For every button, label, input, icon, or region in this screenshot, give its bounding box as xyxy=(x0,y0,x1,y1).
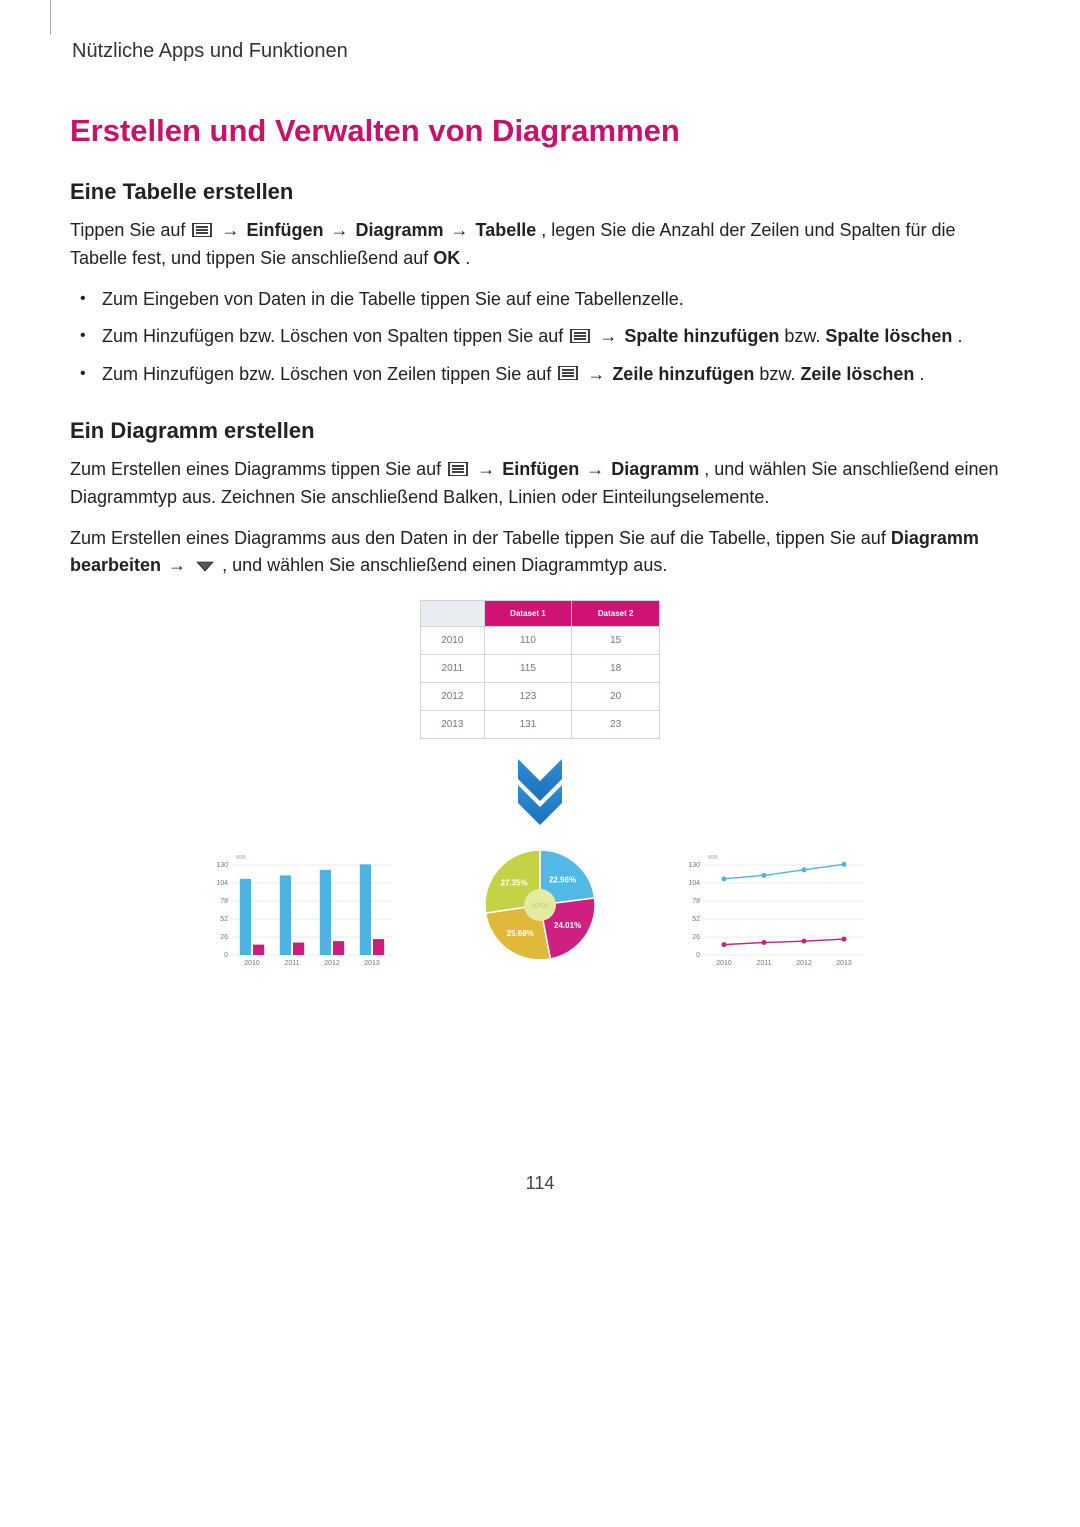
bold-einfuegen: Einfügen xyxy=(246,220,323,240)
bold-diagramm: Diagramm xyxy=(611,459,699,479)
arrow: → xyxy=(477,459,500,479)
menu-icon xyxy=(570,324,590,351)
svg-text:22.96%: 22.96% xyxy=(549,875,576,884)
data-table: Dataset 1 Dataset 2 2010 110 15 2011 115… xyxy=(420,600,660,739)
col-dataset1: Dataset 1 xyxy=(484,600,572,626)
arrow: → xyxy=(586,459,609,479)
text: , und wählen Sie anschließend einen Diag… xyxy=(222,555,667,575)
cell-d2: 20 xyxy=(572,682,660,710)
svg-text:25.68%: 25.68% xyxy=(507,929,534,938)
cell-year: 2012 xyxy=(421,682,485,710)
subheading-diagram: Ein Diagramm erstellen xyxy=(70,418,1010,444)
charts-row: 0 26 52 78 104 130 2010 2011 2012 2013 22.96% 24.0… xyxy=(70,833,1010,973)
bold-einfuegen: Einfügen xyxy=(502,459,579,479)
table-row: 2011 115 18 xyxy=(421,654,660,682)
flow-arrow-icon xyxy=(512,755,568,825)
svg-text:24.01%: 24.01% xyxy=(554,921,581,930)
text: Zum Hinzufügen bzw. Löschen von Zeilen t… xyxy=(102,364,556,384)
col-dataset2: Dataset 2 xyxy=(572,600,660,626)
svg-text:00/00: 00/00 xyxy=(531,903,549,910)
bold-tabelle: Tabelle xyxy=(476,220,537,240)
text: Zum Erstellen eines Diagramms aus den Da… xyxy=(70,528,891,548)
cell-year: 2011 xyxy=(421,654,485,682)
svg-text:130: 130 xyxy=(216,862,228,869)
svg-text:2011: 2011 xyxy=(756,960,771,967)
svg-text:104: 104 xyxy=(688,880,700,887)
svg-text:2012: 2012 xyxy=(324,960,340,967)
svg-text:2013: 2013 xyxy=(364,960,380,967)
bullet-1: Zum Eingeben von Daten in die Tabelle ti… xyxy=(94,286,1010,313)
paragraph-diagram-create: Zum Erstellen eines Diagramms tippen Sie… xyxy=(70,456,1010,511)
menu-icon xyxy=(192,218,212,245)
col-empty xyxy=(421,600,485,626)
text: Zum Hinzufügen bzw. Löschen von Spalten … xyxy=(102,326,568,346)
text: Zum Erstellen eines Diagramms tippen Sie… xyxy=(70,459,446,479)
bold-diagramm: Diagramm xyxy=(355,220,443,240)
cell-d1: 110 xyxy=(484,626,572,654)
arrow: → xyxy=(599,326,622,346)
paragraph-table-create: Tippen Sie auf → Einfügen → Diagramm → T… xyxy=(70,217,1010,272)
bullet-3: Zum Hinzufügen bzw. Löschen von Zeilen t… xyxy=(94,361,1010,389)
cell-d1: 115 xyxy=(484,654,572,682)
cell-d2: 23 xyxy=(572,710,660,738)
table-row: 2012 123 20 xyxy=(421,682,660,710)
bullet-2: Zum Hinzufügen bzw. Löschen von Spalten … xyxy=(94,323,1010,351)
text: bzw. xyxy=(759,364,800,384)
table-row: 2013 131 23 xyxy=(421,710,660,738)
cell-d2: 15 xyxy=(572,626,660,654)
bar-chart: 0 26 52 78 104 130 2010 2011 2012 2013 xyxy=(204,853,404,973)
breadcrumb: Nützliche Apps und Funktionen xyxy=(72,40,1010,63)
table-row: 2010 110 15 xyxy=(421,626,660,654)
menu-icon xyxy=(448,457,468,484)
text: . xyxy=(957,326,962,346)
svg-text:2011: 2011 xyxy=(284,960,299,967)
svg-text:0: 0 xyxy=(696,952,700,959)
svg-text:52: 52 xyxy=(692,916,700,923)
cell-d2: 18 xyxy=(572,654,660,682)
menu-icon xyxy=(558,361,578,388)
arrow: → xyxy=(330,220,353,240)
bold-zeile-loeschen: Zeile löschen xyxy=(800,364,914,384)
text: . xyxy=(465,248,470,268)
bold-zeile-hinzu: Zeile hinzufügen xyxy=(612,364,754,384)
svg-text:78: 78 xyxy=(220,898,228,905)
bold-spalte-loeschen: Spalte löschen xyxy=(825,326,952,346)
svg-text:0: 0 xyxy=(224,952,228,959)
text: bzw. xyxy=(784,326,825,346)
svg-text:104: 104 xyxy=(216,880,228,887)
svg-text:130: 130 xyxy=(688,862,700,869)
svg-text:26: 26 xyxy=(692,934,700,941)
arrow: → xyxy=(221,220,244,240)
svg-text:2010: 2010 xyxy=(244,960,260,967)
line-chart: 0 26 52 78 104 130 2010 2011 2012 2013 xyxy=(676,853,876,973)
arrow: → xyxy=(587,364,610,384)
pie-chart: 22.96% 24.01% 25.68% 27.35% 00/00 xyxy=(440,833,640,973)
cell-year: 2013 xyxy=(421,710,485,738)
arrow: → xyxy=(168,555,191,575)
svg-text:2010: 2010 xyxy=(716,960,732,967)
svg-text:2012: 2012 xyxy=(796,960,812,967)
arrow: → xyxy=(451,220,474,240)
text: . xyxy=(919,364,924,384)
cell-d1: 123 xyxy=(484,682,572,710)
dropdown-icon xyxy=(195,553,215,580)
cell-d1: 131 xyxy=(484,710,572,738)
svg-text:26: 26 xyxy=(220,934,228,941)
bold-spalte-hinzu: Spalte hinzufügen xyxy=(624,326,779,346)
page-number: 114 xyxy=(70,1173,1010,1194)
paragraph-diagram-from-table: Zum Erstellen eines Diagramms aus den Da… xyxy=(70,525,1010,580)
text: Tippen Sie auf xyxy=(70,220,190,240)
svg-text:78: 78 xyxy=(692,898,700,905)
svg-text:52: 52 xyxy=(220,916,228,923)
bold-ok: OK xyxy=(433,248,460,268)
svg-text:27.35%: 27.35% xyxy=(501,878,528,887)
page-title: Erstellen und Verwalten von Diagrammen xyxy=(70,113,1010,149)
subheading-table: Eine Tabelle erstellen xyxy=(70,179,1010,205)
cell-year: 2010 xyxy=(421,626,485,654)
svg-text:2013: 2013 xyxy=(836,960,852,967)
